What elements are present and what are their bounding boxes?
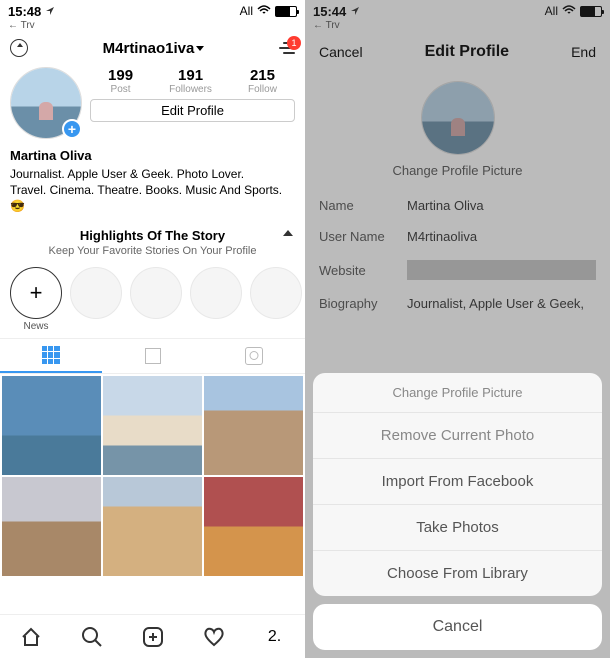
highlight-placeholder: [190, 267, 242, 319]
display-name: Martina Oliva: [10, 147, 295, 165]
import-facebook-button[interactable]: Import From Facebook: [313, 459, 602, 505]
archive-icon[interactable]: [10, 39, 28, 57]
home-button[interactable]: [19, 625, 43, 649]
sheet-title: Change Profile Picture: [313, 373, 602, 413]
highlights-subtitle: Keep Your Favorite Stories On Your Profi…: [0, 245, 305, 263]
photo-thumbnail[interactable]: [2, 376, 101, 475]
location-icon: [45, 6, 55, 16]
action-sheet: Change Profile Picture Remove Current Ph…: [313, 373, 602, 650]
remove-photo-button[interactable]: Remove Current Photo: [313, 413, 602, 459]
chevron-down-icon: [196, 46, 204, 51]
highlight-placeholder: [70, 267, 122, 319]
photo-thumbnail[interactable]: [204, 376, 303, 475]
bio-line-1: Journalist. Apple User & Geek. Photo Lov…: [10, 166, 295, 182]
status-bar: 15:48 All: [0, 0, 305, 20]
new-highlight-button[interactable]: + News: [10, 267, 62, 332]
sunglasses-emoji: 😎: [10, 199, 25, 213]
choose-library-button[interactable]: Choose From Library: [313, 551, 602, 596]
wifi-icon: [257, 4, 271, 18]
search-button[interactable]: [80, 625, 104, 649]
profile-screen: 15:48 All ← Trv M4rtinao1iva 1: [0, 0, 305, 658]
edit-profile-button[interactable]: Edit Profile: [90, 99, 295, 122]
edit-profile-screen: 15:44 All ← Trv Cancel Edit Profile End …: [305, 0, 610, 658]
bio-section: Martina Oliva Journalist. Apple User & G…: [0, 143, 305, 222]
highlight-placeholder: [250, 267, 302, 319]
menu-button[interactable]: 1: [279, 42, 295, 54]
feed-tab[interactable]: [102, 339, 204, 373]
back-try[interactable]: ← Trv: [0, 20, 305, 33]
username-dropdown[interactable]: M4rtinao1iva: [103, 40, 205, 57]
bottom-nav: 2.: [0, 614, 305, 658]
highlight-placeholder: [130, 267, 182, 319]
grid-tab[interactable]: [0, 339, 102, 373]
sheet-cancel-button[interactable]: Cancel: [313, 604, 602, 650]
posts-stat[interactable]: 199 Post: [108, 67, 133, 95]
bio-line-2: Travel. Cinema. Theatre. Books. Music An…: [10, 182, 295, 214]
notification-badge: 1: [287, 36, 301, 50]
tagged-tab[interactable]: [203, 339, 305, 373]
photo-thumbnail[interactable]: [103, 477, 202, 576]
take-photo-button[interactable]: Take Photos: [313, 505, 602, 551]
battery-icon: [275, 6, 297, 17]
photo-thumbnail[interactable]: [204, 477, 303, 576]
photo-thumbnail[interactable]: [103, 376, 202, 475]
profile-nav-button[interactable]: 2.: [263, 625, 287, 649]
grid-icon: [42, 346, 60, 364]
status-all: All: [240, 4, 253, 18]
add-post-button[interactable]: [141, 625, 165, 649]
following-stat[interactable]: 215 Follow: [248, 67, 277, 95]
highlights-row: + News: [0, 263, 305, 338]
add-story-icon[interactable]: +: [62, 119, 82, 139]
photo-thumbnail[interactable]: [2, 477, 101, 576]
profile-avatar[interactable]: +: [10, 67, 82, 139]
photo-grid: [0, 374, 305, 578]
status-time: 15:48: [8, 4, 41, 19]
profile-tabs: [0, 338, 305, 374]
plus-icon: +: [10, 267, 62, 319]
activity-button[interactable]: [202, 625, 226, 649]
chevron-up-icon: [283, 230, 293, 236]
tagged-icon: [245, 347, 263, 365]
followers-stat[interactable]: 191 Followers: [169, 67, 212, 95]
profile-header: M4rtinao1iva 1: [0, 33, 305, 63]
feed-icon: [145, 348, 161, 364]
highlights-header[interactable]: Highlights Of The Story: [0, 222, 305, 245]
